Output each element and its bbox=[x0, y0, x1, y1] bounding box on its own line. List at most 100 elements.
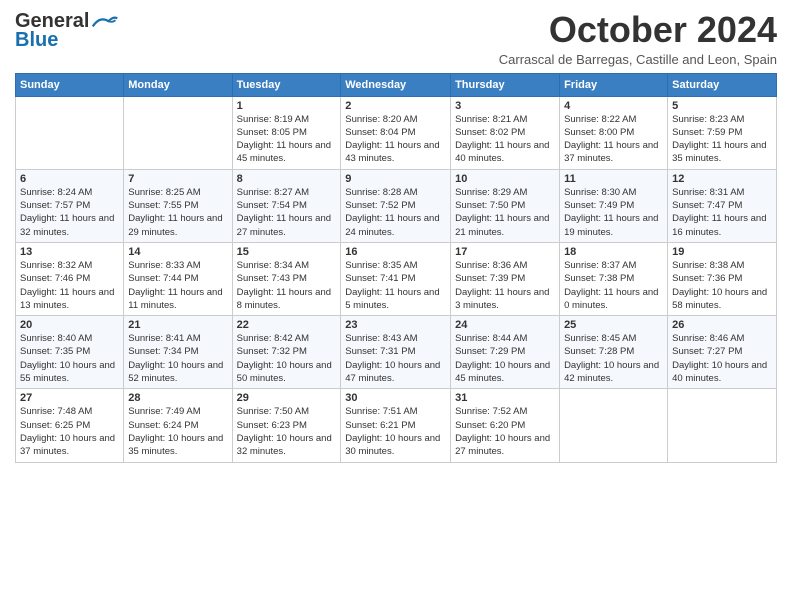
calendar-cell: 12Sunrise: 8:31 AM Sunset: 7:47 PM Dayli… bbox=[668, 169, 777, 242]
day-number: 12 bbox=[672, 173, 772, 185]
day-number: 28 bbox=[128, 392, 227, 404]
calendar-cell: 26Sunrise: 8:46 AM Sunset: 7:27 PM Dayli… bbox=[668, 316, 777, 389]
calendar-cell: 6Sunrise: 8:24 AM Sunset: 7:57 PM Daylig… bbox=[16, 169, 124, 242]
day-number: 22 bbox=[237, 319, 337, 331]
day-number: 3 bbox=[455, 100, 555, 112]
day-number: 15 bbox=[237, 246, 337, 258]
day-info: Sunrise: 8:29 AM Sunset: 7:50 PM Dayligh… bbox=[455, 186, 555, 239]
day-number: 11 bbox=[564, 173, 663, 185]
calendar-week-row: 6Sunrise: 8:24 AM Sunset: 7:57 PM Daylig… bbox=[16, 169, 777, 242]
day-info: Sunrise: 8:27 AM Sunset: 7:54 PM Dayligh… bbox=[237, 186, 337, 239]
day-number: 1 bbox=[237, 100, 337, 112]
calendar-cell: 28Sunrise: 7:49 AM Sunset: 6:24 PM Dayli… bbox=[124, 389, 232, 462]
day-info: Sunrise: 8:23 AM Sunset: 7:59 PM Dayligh… bbox=[672, 113, 772, 166]
day-header-monday: Monday bbox=[124, 73, 232, 96]
page: General Blue October 2024 Carrascal de B… bbox=[0, 0, 792, 612]
day-info: Sunrise: 8:35 AM Sunset: 7:41 PM Dayligh… bbox=[345, 259, 446, 312]
day-info: Sunrise: 8:25 AM Sunset: 7:55 PM Dayligh… bbox=[128, 186, 227, 239]
day-number: 8 bbox=[237, 173, 337, 185]
day-info: Sunrise: 8:45 AM Sunset: 7:28 PM Dayligh… bbox=[564, 332, 663, 385]
day-header-saturday: Saturday bbox=[668, 73, 777, 96]
calendar-cell: 20Sunrise: 8:40 AM Sunset: 7:35 PM Dayli… bbox=[16, 316, 124, 389]
day-number: 6 bbox=[20, 173, 119, 185]
calendar-cell: 5Sunrise: 8:23 AM Sunset: 7:59 PM Daylig… bbox=[668, 96, 777, 169]
calendar-week-row: 1Sunrise: 8:19 AM Sunset: 8:05 PM Daylig… bbox=[16, 96, 777, 169]
day-number: 21 bbox=[128, 319, 227, 331]
calendar-cell: 17Sunrise: 8:36 AM Sunset: 7:39 PM Dayli… bbox=[451, 242, 560, 315]
day-number: 18 bbox=[564, 246, 663, 258]
day-number: 19 bbox=[672, 246, 772, 258]
day-number: 25 bbox=[564, 319, 663, 331]
calendar-cell bbox=[560, 389, 668, 462]
day-info: Sunrise: 8:40 AM Sunset: 7:35 PM Dayligh… bbox=[20, 332, 119, 385]
day-info: Sunrise: 8:42 AM Sunset: 7:32 PM Dayligh… bbox=[237, 332, 337, 385]
calendar-week-row: 13Sunrise: 8:32 AM Sunset: 7:46 PM Dayli… bbox=[16, 242, 777, 315]
logo: General Blue bbox=[15, 10, 119, 52]
calendar-cell: 24Sunrise: 8:44 AM Sunset: 7:29 PM Dayli… bbox=[451, 316, 560, 389]
calendar-cell: 4Sunrise: 8:22 AM Sunset: 8:00 PM Daylig… bbox=[560, 96, 668, 169]
calendar-cell bbox=[668, 389, 777, 462]
day-header-friday: Friday bbox=[560, 73, 668, 96]
day-number: 2 bbox=[345, 100, 446, 112]
logo-blue: Blue bbox=[15, 29, 58, 52]
subtitle: Carrascal de Barregas, Castille and Leon… bbox=[499, 52, 777, 67]
day-info: Sunrise: 8:22 AM Sunset: 8:00 PM Dayligh… bbox=[564, 113, 663, 166]
day-info: Sunrise: 8:46 AM Sunset: 7:27 PM Dayligh… bbox=[672, 332, 772, 385]
day-info: Sunrise: 8:19 AM Sunset: 8:05 PM Dayligh… bbox=[237, 113, 337, 166]
calendar-cell: 2Sunrise: 8:20 AM Sunset: 8:04 PM Daylig… bbox=[341, 96, 451, 169]
day-header-thursday: Thursday bbox=[451, 73, 560, 96]
day-info: Sunrise: 8:28 AM Sunset: 7:52 PM Dayligh… bbox=[345, 186, 446, 239]
calendar-cell: 18Sunrise: 8:37 AM Sunset: 7:38 PM Dayli… bbox=[560, 242, 668, 315]
calendar-cell: 19Sunrise: 8:38 AM Sunset: 7:36 PM Dayli… bbox=[668, 242, 777, 315]
header: General Blue October 2024 Carrascal de B… bbox=[15, 10, 777, 67]
day-info: Sunrise: 7:48 AM Sunset: 6:25 PM Dayligh… bbox=[20, 405, 119, 458]
day-number: 9 bbox=[345, 173, 446, 185]
day-number: 4 bbox=[564, 100, 663, 112]
day-number: 23 bbox=[345, 319, 446, 331]
day-info: Sunrise: 8:34 AM Sunset: 7:43 PM Dayligh… bbox=[237, 259, 337, 312]
month-title: October 2024 bbox=[499, 10, 777, 50]
day-info: Sunrise: 8:32 AM Sunset: 7:46 PM Dayligh… bbox=[20, 259, 119, 312]
calendar-cell: 29Sunrise: 7:50 AM Sunset: 6:23 PM Dayli… bbox=[232, 389, 341, 462]
calendar-cell: 23Sunrise: 8:43 AM Sunset: 7:31 PM Dayli… bbox=[341, 316, 451, 389]
day-header-tuesday: Tuesday bbox=[232, 73, 341, 96]
day-info: Sunrise: 8:24 AM Sunset: 7:57 PM Dayligh… bbox=[20, 186, 119, 239]
day-info: Sunrise: 8:20 AM Sunset: 8:04 PM Dayligh… bbox=[345, 113, 446, 166]
calendar-cell: 14Sunrise: 8:33 AM Sunset: 7:44 PM Dayli… bbox=[124, 242, 232, 315]
calendar-header-row: SundayMondayTuesdayWednesdayThursdayFrid… bbox=[16, 73, 777, 96]
calendar-cell bbox=[124, 96, 232, 169]
calendar-cell: 31Sunrise: 7:52 AM Sunset: 6:20 PM Dayli… bbox=[451, 389, 560, 462]
day-header-wednesday: Wednesday bbox=[341, 73, 451, 96]
calendar-table: SundayMondayTuesdayWednesdayThursdayFrid… bbox=[15, 73, 777, 463]
day-number: 20 bbox=[20, 319, 119, 331]
day-info: Sunrise: 7:51 AM Sunset: 6:21 PM Dayligh… bbox=[345, 405, 446, 458]
day-info: Sunrise: 8:30 AM Sunset: 7:49 PM Dayligh… bbox=[564, 186, 663, 239]
day-number: 5 bbox=[672, 100, 772, 112]
day-number: 10 bbox=[455, 173, 555, 185]
calendar-cell: 27Sunrise: 7:48 AM Sunset: 6:25 PM Dayli… bbox=[16, 389, 124, 462]
day-header-sunday: Sunday bbox=[16, 73, 124, 96]
day-number: 16 bbox=[345, 246, 446, 258]
calendar-cell: 3Sunrise: 8:21 AM Sunset: 8:02 PM Daylig… bbox=[451, 96, 560, 169]
calendar-week-row: 27Sunrise: 7:48 AM Sunset: 6:25 PM Dayli… bbox=[16, 389, 777, 462]
day-info: Sunrise: 8:36 AM Sunset: 7:39 PM Dayligh… bbox=[455, 259, 555, 312]
calendar-cell: 9Sunrise: 8:28 AM Sunset: 7:52 PM Daylig… bbox=[341, 169, 451, 242]
day-number: 17 bbox=[455, 246, 555, 258]
day-number: 13 bbox=[20, 246, 119, 258]
calendar-cell: 22Sunrise: 8:42 AM Sunset: 7:32 PM Dayli… bbox=[232, 316, 341, 389]
day-info: Sunrise: 8:33 AM Sunset: 7:44 PM Dayligh… bbox=[128, 259, 227, 312]
day-info: Sunrise: 7:50 AM Sunset: 6:23 PM Dayligh… bbox=[237, 405, 337, 458]
day-number: 14 bbox=[128, 246, 227, 258]
calendar-cell: 21Sunrise: 8:41 AM Sunset: 7:34 PM Dayli… bbox=[124, 316, 232, 389]
calendar-cell: 7Sunrise: 8:25 AM Sunset: 7:55 PM Daylig… bbox=[124, 169, 232, 242]
calendar-cell: 1Sunrise: 8:19 AM Sunset: 8:05 PM Daylig… bbox=[232, 96, 341, 169]
day-info: Sunrise: 8:21 AM Sunset: 8:02 PM Dayligh… bbox=[455, 113, 555, 166]
day-info: Sunrise: 7:52 AM Sunset: 6:20 PM Dayligh… bbox=[455, 405, 555, 458]
day-number: 30 bbox=[345, 392, 446, 404]
day-info: Sunrise: 8:37 AM Sunset: 7:38 PM Dayligh… bbox=[564, 259, 663, 312]
day-number: 24 bbox=[455, 319, 555, 331]
day-number: 31 bbox=[455, 392, 555, 404]
calendar-cell: 8Sunrise: 8:27 AM Sunset: 7:54 PM Daylig… bbox=[232, 169, 341, 242]
day-info: Sunrise: 8:38 AM Sunset: 7:36 PM Dayligh… bbox=[672, 259, 772, 312]
calendar-cell: 11Sunrise: 8:30 AM Sunset: 7:49 PM Dayli… bbox=[560, 169, 668, 242]
